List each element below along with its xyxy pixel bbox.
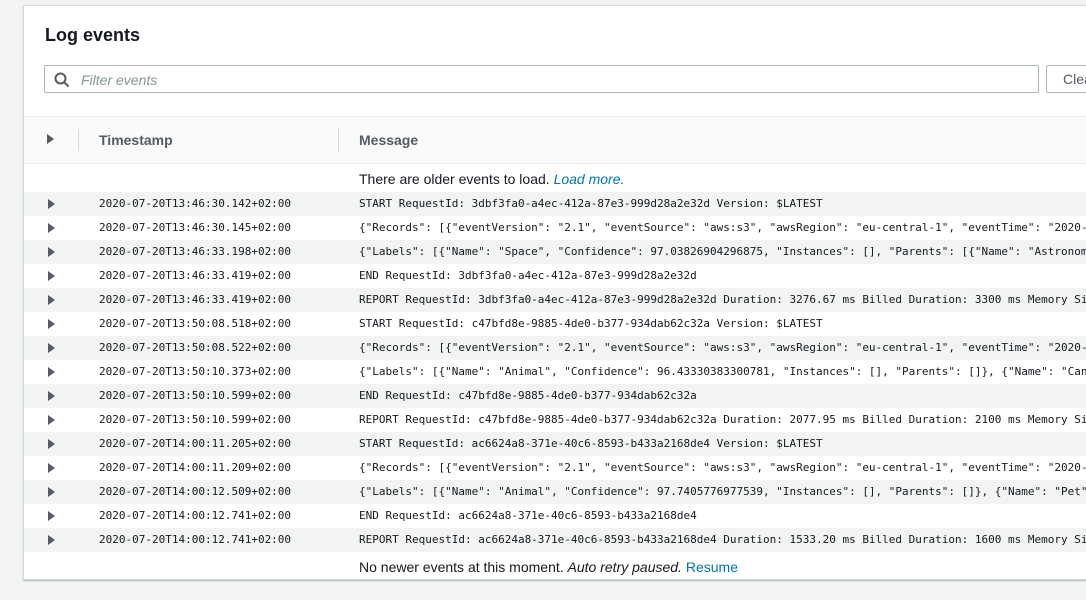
log-timestamp: 2020-07-20T14:00:12.509+02:00 <box>99 485 292 498</box>
log-timestamp: 2020-07-20T13:46:30.145+02:00 <box>99 221 292 234</box>
search-icon <box>54 72 70 88</box>
column-divider[interactable] <box>338 129 339 151</box>
log-timestamp: 2020-07-20T13:46:33.198+02:00 <box>99 245 292 258</box>
expand-row-icon[interactable] <box>48 319 55 329</box>
column-header-timestamp[interactable]: Timestamp <box>99 132 173 148</box>
clear-button[interactable]: Clear <box>1046 65 1086 93</box>
log-timestamp: 2020-07-20T14:00:11.209+02:00 <box>99 461 292 474</box>
log-timestamp: 2020-07-20T13:50:10.599+02:00 <box>99 389 292 402</box>
log-message: END RequestId: 3dbf3fa0-a4ec-412a-87e3-9… <box>359 269 697 282</box>
log-timestamp: 2020-07-20T14:00:12.741+02:00 <box>99 533 292 546</box>
log-message: {"Records": [{"eventVersion": "2.1", "ev… <box>359 341 1086 354</box>
expand-row-icon[interactable] <box>48 247 55 257</box>
log-message: {"Labels": [{"Name": "Animal", "Confiden… <box>359 485 1086 498</box>
log-timestamp: 2020-07-20T13:50:10.373+02:00 <box>99 365 292 378</box>
log-row[interactable]: 2020-07-20T13:50:10.599+02:00 REPORT Requ… <box>24 408 1086 432</box>
log-row[interactable]: 2020-07-20T14:00:11.209+02:00 {"Records":… <box>24 456 1086 480</box>
load-more-link[interactable]: Load more. <box>554 171 625 187</box>
log-row[interactable]: 2020-07-20T13:50:10.599+02:00 END Request… <box>24 384 1086 408</box>
resume-link[interactable]: Resume <box>686 559 738 575</box>
log-row[interactable]: 2020-07-20T13:46:33.419+02:00 END Request… <box>24 264 1086 288</box>
expand-row-icon[interactable] <box>48 487 55 497</box>
auto-retry-text: Auto retry paused. <box>567 559 682 575</box>
log-events-panel: Log events Clear Timestamp Message There… <box>23 5 1086 580</box>
expand-row-icon[interactable] <box>48 271 55 281</box>
log-row[interactable]: 2020-07-20T13:46:33.419+02:00 REPORT Requ… <box>24 288 1086 312</box>
log-message: REPORT RequestId: 3dbf3fa0-a4ec-412a-87e… <box>359 293 1086 306</box>
log-row[interactable]: 2020-07-20T13:50:08.522+02:00 {"Records":… <box>24 336 1086 360</box>
expand-row-icon[interactable] <box>48 295 55 305</box>
log-timestamp: 2020-07-20T13:50:08.518+02:00 <box>99 317 292 330</box>
log-row[interactable]: 2020-07-20T14:00:12.741+02:00 END Request… <box>24 504 1086 528</box>
log-message: START RequestId: 3dbf3fa0-a4ec-412a-87e3… <box>359 197 823 210</box>
log-row[interactable]: 2020-07-20T13:46:33.198+02:00 {"Labels": … <box>24 240 1086 264</box>
log-row[interactable]: 2020-07-20T13:46:30.145+02:00 {"Records":… <box>24 216 1086 240</box>
panel-title: Log events <box>45 25 141 45</box>
log-timestamp: 2020-07-20T13:50:10.599+02:00 <box>99 413 292 426</box>
log-message: START RequestId: ac6624a8-371e-40c6-8593… <box>359 437 823 450</box>
expand-row-icon[interactable] <box>48 439 55 449</box>
log-message: {"Labels": [{"Name": "Space", "Confidenc… <box>359 245 1086 258</box>
older-events-notice: There are older events to load. Load mor… <box>359 171 624 187</box>
log-message: END RequestId: ac6624a8-371e-40c6-8593-b… <box>359 509 697 522</box>
log-message: {"Labels": [{"Name": "Animal", "Confiden… <box>359 365 1086 378</box>
log-timestamp: 2020-07-20T13:46:33.419+02:00 <box>99 293 292 306</box>
log-message: {"Records": [{"eventVersion": "2.1", "ev… <box>359 221 1086 234</box>
log-message: START RequestId: c47bfd8e-9885-4de0-b377… <box>359 317 823 330</box>
newer-events-notice: No newer events at this moment. Auto ret… <box>359 559 738 575</box>
table-header: Timestamp Message <box>24 116 1086 164</box>
log-rows: 2020-07-20T13:46:30.142+02:00 START Reque… <box>24 192 1086 552</box>
log-timestamp: 2020-07-20T14:00:11.205+02:00 <box>99 437 292 450</box>
expand-row-icon[interactable] <box>48 343 55 353</box>
column-header-message[interactable]: Message <box>359 132 418 148</box>
log-row[interactable]: 2020-07-20T14:00:11.205+02:00 START Reque… <box>24 432 1086 456</box>
expand-all-icon[interactable] <box>47 134 54 144</box>
older-events-text: There are older events to load. <box>359 171 550 187</box>
expand-row-icon[interactable] <box>48 367 55 377</box>
log-row[interactable]: 2020-07-20T14:00:12.509+02:00 {"Labels": … <box>24 480 1086 504</box>
column-divider <box>78 129 79 151</box>
log-message: REPORT RequestId: c47bfd8e-9885-4de0-b37… <box>359 413 1086 426</box>
newer-events-text: No newer events at this moment. <box>359 559 564 575</box>
expand-row-icon[interactable] <box>48 463 55 473</box>
log-row[interactable]: 2020-07-20T13:50:08.518+02:00 START Reque… <box>24 312 1086 336</box>
log-timestamp: 2020-07-20T13:46:33.419+02:00 <box>99 269 292 282</box>
log-message: {"Records": [{"eventVersion": "2.1", "ev… <box>359 461 1086 474</box>
filter-box[interactable] <box>44 65 1039 93</box>
log-message: REPORT RequestId: ac6624a8-371e-40c6-859… <box>359 533 1086 546</box>
filter-events-input[interactable] <box>79 69 1023 91</box>
log-row[interactable]: 2020-07-20T13:50:10.373+02:00 {"Labels": … <box>24 360 1086 384</box>
expand-row-icon[interactable] <box>48 223 55 233</box>
expand-row-icon[interactable] <box>48 511 55 521</box>
log-timestamp: 2020-07-20T13:46:30.142+02:00 <box>99 197 292 210</box>
expand-row-icon[interactable] <box>48 535 55 545</box>
expand-row-icon[interactable] <box>48 415 55 425</box>
expand-row-icon[interactable] <box>48 199 55 209</box>
log-row[interactable]: 2020-07-20T14:00:12.741+02:00 REPORT Requ… <box>24 528 1086 552</box>
log-timestamp: 2020-07-20T13:50:08.522+02:00 <box>99 341 292 354</box>
log-row[interactable]: 2020-07-20T13:46:30.142+02:00 START Reque… <box>24 192 1086 216</box>
log-message: END RequestId: c47bfd8e-9885-4de0-b377-9… <box>359 389 697 402</box>
log-timestamp: 2020-07-20T14:00:12.741+02:00 <box>99 509 292 522</box>
expand-row-icon[interactable] <box>48 391 55 401</box>
